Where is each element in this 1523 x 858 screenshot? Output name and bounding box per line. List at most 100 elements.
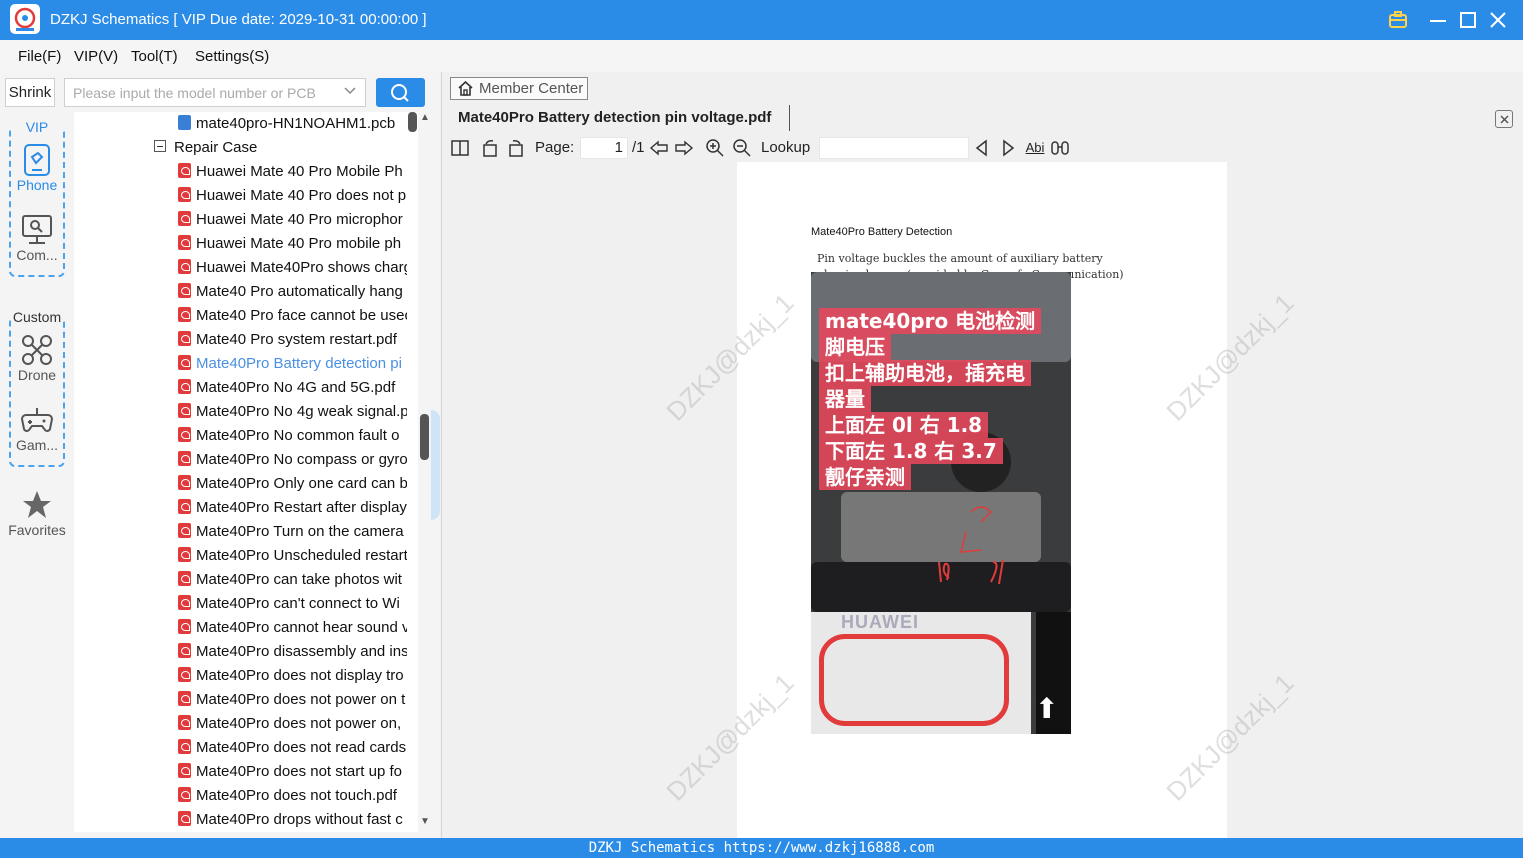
- category-drone[interactable]: Drone: [11, 333, 63, 383]
- tree-item-pdf[interactable]: Mate40Pro disassembly and ins: [74, 640, 407, 664]
- tree-item-pdf[interactable]: Mate40Pro does not read cards: [74, 736, 407, 760]
- pdf-viewport[interactable]: Mate40Pro Battery Detection Pin voltage …: [442, 162, 1523, 838]
- tree-scrollbar[interactable]: ▲ ▼: [408, 112, 431, 832]
- tree-item-pdf[interactable]: Mate40Pro can't connect to Wi: [74, 592, 407, 616]
- tree-item-pdf[interactable]: Mate40Pro No compass or gyro: [74, 448, 407, 472]
- category-computer[interactable]: Com...: [11, 213, 63, 263]
- tree-item-pdf[interactable]: Huawei Mate 40 Pro does not p: [74, 184, 407, 208]
- tree-scroll-thumb[interactable]: [420, 414, 429, 460]
- maximize-button[interactable]: [1456, 8, 1480, 32]
- close-button[interactable]: [1486, 8, 1510, 32]
- match-case-icon[interactable]: Abi: [1024, 138, 1046, 158]
- pdf-file-icon: [178, 667, 191, 682]
- category-favorites[interactable]: Favorites: [0, 488, 74, 538]
- tree-item-pdf[interactable]: Mate40 Pro system restart.pdf: [74, 328, 407, 352]
- computer-icon: [20, 213, 54, 247]
- sidebar-toggle-icon[interactable]: [450, 138, 470, 158]
- tree-item-pdf[interactable]: Mate40Pro No 4g weak signal.p: [74, 400, 407, 424]
- photo-text-line: 上面左 0l 右 1.8: [819, 412, 989, 438]
- photo-brand: HUAWEI: [841, 612, 919, 632]
- tree-item-pdf[interactable]: Mate40Pro No 4G and 5G.pdf: [74, 376, 407, 400]
- pdf-file-icon: [178, 403, 191, 418]
- rotate-right-icon[interactable]: [506, 138, 526, 158]
- photo-text-line: mate40pro 电池检测: [819, 308, 1042, 334]
- tree-item-pdf-label: Mate40Pro Restart after display: [196, 499, 407, 516]
- photo-text-line: 靓仔亲测: [819, 464, 911, 490]
- tree-item-pdf[interactable]: Mate40Pro Restart after display: [74, 496, 407, 520]
- tree-item-pdf[interactable]: Mate40Pro drops without fast c: [74, 808, 407, 832]
- photo-red-stamp: [819, 634, 1009, 726]
- collapse-icon[interactable]: [154, 140, 166, 152]
- lookup-label: Lookup: [761, 139, 811, 156]
- pdf-file-icon: [178, 499, 191, 514]
- pdf-file-icon: [178, 331, 191, 346]
- search-button[interactable]: [376, 78, 425, 107]
- pdf-file-icon: [178, 787, 191, 802]
- tree-item-pdf-label: Mate40Pro does not read cards: [196, 739, 407, 756]
- menu-tool[interactable]: Tool(T): [131, 48, 178, 65]
- close-document-icon[interactable]: [1495, 110, 1513, 128]
- tree-item-pdf[interactable]: Mate40Pro cannot hear sound v: [74, 616, 407, 640]
- toolbox-icon[interactable]: [1386, 8, 1410, 32]
- rotate-left-icon[interactable]: [480, 138, 500, 158]
- tree-item-pdf[interactable]: Mate40Pro does not display tro: [74, 664, 407, 688]
- pdf-file-icon: [178, 571, 191, 586]
- phone-icon: [20, 143, 54, 177]
- tree-item-pdf[interactable]: Huawei Mate40Pro shows charg: [74, 256, 407, 280]
- lookup-input[interactable]: [819, 137, 969, 159]
- minimize-button[interactable]: [1426, 8, 1450, 32]
- tree-item-pdf[interactable]: Mate40Pro does not start up fo: [74, 760, 407, 784]
- tree-item-pdf-label: Huawei Mate40Pro shows charg: [196, 259, 407, 276]
- search-box: [64, 78, 366, 107]
- member-center-button[interactable]: Member Center: [450, 77, 588, 100]
- tab-document[interactable]: Mate40Pro Battery detection pin voltage.…: [458, 105, 791, 131]
- tree-item-pdf-label: Mate40Pro does not start up fo: [196, 763, 402, 780]
- tree-scroll-thumb-top[interactable]: [408, 112, 417, 132]
- tree-item-pdf[interactable]: Mate40Pro can take photos wit: [74, 568, 407, 592]
- photo-text-line: 下面左 1.8 右 3.7: [819, 438, 1003, 464]
- pdf-toolbar: Page: 1 /1 Lookup Abi: [442, 134, 1523, 162]
- scroll-down-icon[interactable]: ▼: [420, 816, 430, 827]
- find-next-icon[interactable]: [998, 138, 1018, 158]
- category-computer-label: Com...: [16, 247, 58, 263]
- panel-collapse-handle[interactable]: [431, 410, 440, 520]
- tree-item-pdf[interactable]: Mate40Pro does not power on t: [74, 688, 407, 712]
- tree-item-pdf[interactable]: Mate40 Pro face cannot be usec: [74, 304, 407, 328]
- scroll-up-icon[interactable]: ▲: [420, 112, 430, 123]
- tree-item-pdf[interactable]: Mate40 Pro automatically hang: [74, 280, 407, 304]
- page-number-input[interactable]: 1: [580, 137, 628, 159]
- tree-item-pdf[interactable]: Mate40Pro No common fault o: [74, 424, 407, 448]
- menu-settings[interactable]: Settings(S): [195, 48, 269, 65]
- menu-vip[interactable]: VIP(V): [74, 48, 118, 65]
- tree-item-pcb[interactable]: mate40pro-HN1NOAHM1.pcb: [74, 112, 407, 136]
- category-phone[interactable]: Phone: [11, 143, 63, 193]
- arrow-left-icon[interactable]: [649, 138, 669, 158]
- tree-item-pdf-label: Mate40 Pro automatically hang: [196, 283, 403, 300]
- tree-item-pdf[interactable]: Mate40Pro does not power on,: [74, 712, 407, 736]
- drone-icon: [20, 333, 54, 367]
- pdf-file-icon: [178, 691, 191, 706]
- tree-item-pdf[interactable]: Mate40Pro Battery detection pi: [74, 352, 407, 376]
- tree-item-pdf[interactable]: Mate40Pro Unscheduled restart: [74, 544, 407, 568]
- zoom-in-icon[interactable]: [705, 138, 725, 158]
- tree-folder-repair-case[interactable]: Repair Case: [74, 136, 407, 160]
- binoculars-icon[interactable]: [1050, 138, 1070, 158]
- category-drone-label: Drone: [17, 367, 57, 383]
- tree-item-pdf[interactable]: Mate40Pro does not touch.pdf: [74, 784, 407, 808]
- category-game[interactable]: Gam...: [11, 403, 63, 453]
- search-input[interactable]: [65, 79, 335, 106]
- arrow-right-icon[interactable]: [674, 138, 694, 158]
- document-viewer: Member Center Mate40Pro Battery detectio…: [441, 72, 1523, 838]
- arrow-up-icon: ⬆: [1035, 693, 1059, 724]
- menu-file[interactable]: File(F): [18, 48, 61, 65]
- star-icon: [20, 488, 54, 522]
- tree-item-pdf[interactable]: Huawei Mate 40 Pro Mobile Ph: [74, 160, 407, 184]
- tree-item-pdf[interactable]: Huawei Mate 40 Pro mobile ph: [74, 232, 407, 256]
- tree-item-pdf[interactable]: Mate40Pro Only one card can b: [74, 472, 407, 496]
- shrink-button[interactable]: Shrink: [5, 78, 55, 107]
- tree-item-pdf[interactable]: Mate40Pro Turn on the camera: [74, 520, 407, 544]
- find-previous-icon[interactable]: [972, 138, 992, 158]
- zoom-out-icon[interactable]: [732, 138, 752, 158]
- chevron-down-icon[interactable]: [343, 83, 357, 100]
- tree-item-pdf[interactable]: Huawei Mate 40 Pro microphor: [74, 208, 407, 232]
